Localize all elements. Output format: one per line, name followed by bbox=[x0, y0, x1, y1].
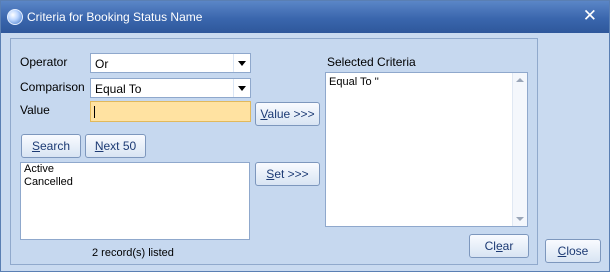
clear-button-label-end: ar bbox=[502, 239, 514, 253]
set-button[interactable]: Set >>> bbox=[255, 162, 320, 186]
close-button[interactable]: Close bbox=[545, 239, 601, 263]
next-50-button-label: ext 50 bbox=[103, 139, 137, 153]
list-item[interactable]: Cancelled bbox=[21, 176, 249, 189]
operator-label: Operator bbox=[20, 55, 68, 69]
title-bar: Criteria for Booking Status Name ✕ bbox=[1, 1, 609, 33]
search-button[interactable]: Search bbox=[21, 134, 81, 158]
scroll-down-icon[interactable] bbox=[513, 212, 527, 226]
search-button-hotkey: S bbox=[31, 139, 40, 153]
selected-criteria-box[interactable]: Equal To '' bbox=[325, 72, 528, 227]
criteria-panel: Operator Or Comparison Equal To Value Va… bbox=[10, 38, 538, 265]
record-count: 2 record(s) listed bbox=[92, 247, 174, 259]
scroll-up-icon[interactable] bbox=[513, 73, 527, 87]
criteria-scrollbar[interactable] bbox=[512, 73, 527, 226]
set-button-label: et >>> bbox=[274, 167, 309, 181]
value-button-label: alue >>> bbox=[267, 107, 315, 121]
window-title: Criteria for Booking Status Name bbox=[27, 10, 203, 24]
operator-value: Or bbox=[95, 57, 109, 71]
results-list[interactable]: Active Cancelled bbox=[20, 162, 250, 240]
value-button[interactable]: Value >>> bbox=[255, 102, 320, 126]
list-item[interactable]: Active bbox=[21, 163, 249, 176]
clear-button-label-start: Cl bbox=[484, 239, 496, 253]
comparison-dropdown[interactable]: Equal To bbox=[90, 78, 251, 98]
value-label: Value bbox=[20, 103, 50, 117]
value-input[interactable] bbox=[90, 101, 251, 122]
chevron-down-icon[interactable] bbox=[233, 79, 250, 97]
value-button-hotkey: V bbox=[260, 107, 268, 121]
operator-dropdown[interactable]: Or bbox=[90, 53, 251, 73]
clear-button[interactable]: Clear bbox=[469, 234, 529, 258]
criteria-dialog: Criteria for Booking Status Name ✕ Opera… bbox=[0, 0, 610, 272]
search-button-label: earch bbox=[39, 139, 71, 153]
selected-criteria-label: Selected Criteria bbox=[327, 55, 416, 69]
comparison-value: Equal To bbox=[95, 82, 142, 96]
close-button-label: lose bbox=[566, 244, 589, 258]
app-globe-icon bbox=[7, 9, 23, 25]
close-icon[interactable]: ✕ bbox=[583, 7, 597, 25]
comparison-label: Comparison bbox=[20, 80, 85, 94]
next-50-button[interactable]: Next 50 bbox=[85, 134, 146, 158]
clear-button-hotkey: e bbox=[495, 239, 503, 253]
chevron-down-icon[interactable] bbox=[233, 54, 250, 72]
text-caret bbox=[94, 106, 95, 118]
selected-criteria-text: Equal To '' bbox=[329, 76, 379, 88]
